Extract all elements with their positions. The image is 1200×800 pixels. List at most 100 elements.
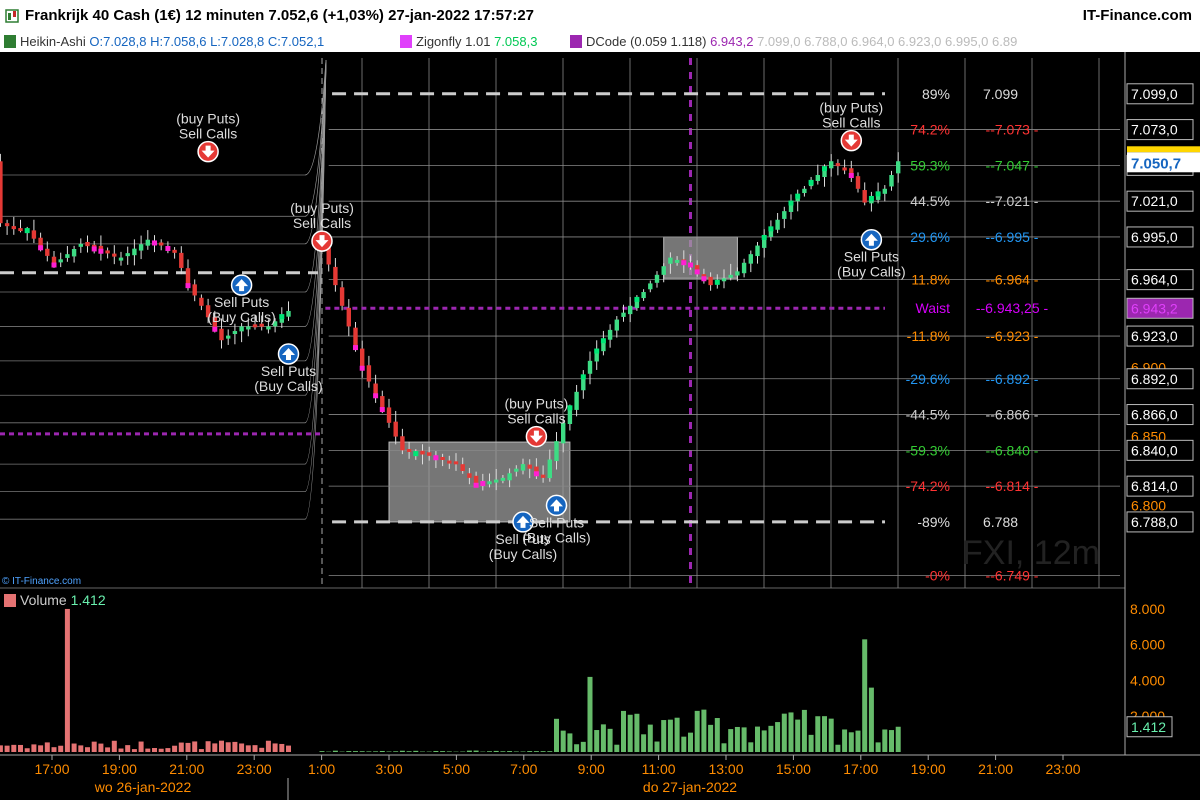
- zigonfly-dot: [212, 326, 218, 332]
- volume-bar: [172, 745, 178, 752]
- volume-bar: [868, 687, 874, 752]
- volume-bar: [4, 745, 10, 752]
- volume-bar: [594, 730, 600, 752]
- volume-legend[interactable]: Volume 1.412: [4, 592, 106, 608]
- candle-down: [527, 464, 532, 469]
- volume-bar: [31, 744, 37, 752]
- candle-up: [628, 305, 633, 315]
- volume-bar: [272, 743, 278, 752]
- heikin-ashi-legend[interactable]: Heikin-Ashi O:7.028,8 H:7.058,6 L:7.028,…: [4, 34, 324, 49]
- volume-bar: [58, 745, 64, 752]
- zigonfly-dot: [822, 166, 827, 172]
- candle-down: [31, 230, 37, 239]
- price-chart[interactable]: 89% 7.099 74.2% --7.073 - 59.3% --7.047 - 44.5…: [0, 52, 1200, 800]
- heikin-ashi-swatch-icon: [4, 35, 16, 48]
- price-axis-label: 7.099,0: [1131, 86, 1178, 102]
- candle-up: [239, 326, 244, 332]
- signal-label-1: (buy Puts): [290, 200, 354, 216]
- volume-bar: [205, 741, 211, 752]
- volume-bar: [748, 742, 754, 752]
- zigonfly-dot: [24, 228, 30, 234]
- fib-pct-label: 11.8%: [911, 272, 950, 288]
- zigonfly-dot: [413, 451, 419, 457]
- volume-bar: [332, 750, 338, 752]
- candle-up: [661, 266, 666, 275]
- zigonfly-dot: [594, 348, 600, 354]
- volume-bar: [755, 726, 760, 752]
- fib-price-label: --6.943,25 -: [976, 300, 1049, 316]
- candle-up: [547, 459, 552, 479]
- volume-bar: [198, 749, 204, 752]
- candle-down: [862, 190, 867, 203]
- zigonfly-legend[interactable]: Zigonfly 1.01 7.058,3: [400, 34, 537, 49]
- fib-price-label: --6.814 -: [986, 478, 1039, 494]
- candle-down: [185, 268, 191, 286]
- fib-pct-label: -0%: [925, 568, 950, 584]
- candle-down: [393, 421, 398, 437]
- chart-title: Frankrijk 40 Cash (1€) 12 minuten 7.052,…: [25, 7, 535, 24]
- volume-bar: [862, 639, 868, 752]
- zigonfly-swatch-icon: [400, 35, 412, 48]
- candle-up: [587, 360, 593, 374]
- volume-bar: [654, 741, 660, 752]
- zigonfly-dot: [795, 193, 801, 199]
- zigonfly-dot: [688, 262, 693, 268]
- candle-down: [159, 242, 164, 246]
- fib-price-label: 6.788: [983, 514, 1018, 530]
- volume-bar: [815, 716, 821, 752]
- candle-up: [58, 259, 63, 263]
- candle-down: [179, 252, 184, 268]
- heikin-ashi-name: Heikin-Ashi: [20, 34, 86, 49]
- dcode-extra-values: 7.099,0 6.788,0 6.964,0 6.923,0 6.995,0 …: [757, 34, 1018, 49]
- volume-bar: [775, 722, 781, 752]
- time-tick-label: 17:00: [34, 761, 69, 777]
- fib-pct-label: 74.2%: [910, 122, 950, 138]
- volume-bar: [567, 733, 573, 752]
- dcode-legend[interactable]: DCode (0.059 1.118) 6.943,2 7.099,0 6.78…: [570, 34, 1017, 49]
- candle-up: [882, 188, 887, 194]
- zigonfly-dot: [868, 195, 874, 201]
- volume-bar: [607, 728, 613, 752]
- time-tick-label: 13:00: [708, 761, 743, 777]
- candle-down: [11, 226, 16, 230]
- volume-bar: [105, 747, 111, 752]
- candle-up: [71, 249, 77, 257]
- volume-last-label: 1.412: [1131, 719, 1166, 735]
- candle-down: [386, 407, 392, 423]
- volume-bar: [111, 740, 117, 752]
- price-axis-label: 6.995,0: [1131, 229, 1178, 245]
- candle-up: [735, 271, 740, 276]
- zigonfly-dot: [152, 240, 157, 246]
- candle-up: [507, 473, 512, 481]
- volume-bar: [507, 751, 513, 752]
- volume-bar: [795, 719, 801, 752]
- fib-pct-label: 29.6%: [910, 229, 950, 245]
- volume-bar: [614, 744, 620, 752]
- signal-label-2: (Buy Calls): [254, 378, 322, 394]
- fib-price-label: --6.923 -: [986, 328, 1039, 344]
- candle-up: [226, 335, 231, 339]
- volume-bar: [487, 751, 492, 752]
- fib-price-label: --6.995 -: [986, 229, 1039, 245]
- candle-up: [125, 253, 130, 257]
- chart-icon: [5, 9, 19, 23]
- candle-up: [829, 161, 834, 169]
- time-tick-label: 1:00: [308, 761, 335, 777]
- signal-label-2: Sell Calls: [822, 115, 880, 131]
- price-axis-label: 6.814,0: [1131, 478, 1178, 494]
- zigonfly-dot: [359, 365, 365, 371]
- volume-bar: [38, 745, 44, 752]
- candle-down: [112, 253, 117, 257]
- dcode-swatch-icon: [570, 35, 582, 48]
- symbol-watermark: FXI, 12m: [962, 534, 1100, 572]
- candle-up: [246, 326, 251, 330]
- volume-bar: [714, 718, 720, 752]
- fib-price-label: --6.866 -: [986, 407, 1039, 423]
- volume-bar: [265, 740, 271, 752]
- indicator-bar: Heikin-Ashi O:7.028,8 H:7.058,6 L:7.028,…: [0, 32, 1200, 52]
- candle-up: [748, 254, 753, 264]
- volume-bar: [574, 744, 580, 752]
- candle-down: [453, 461, 459, 465]
- volume-bar: [145, 748, 151, 752]
- volume-bar: [125, 745, 131, 752]
